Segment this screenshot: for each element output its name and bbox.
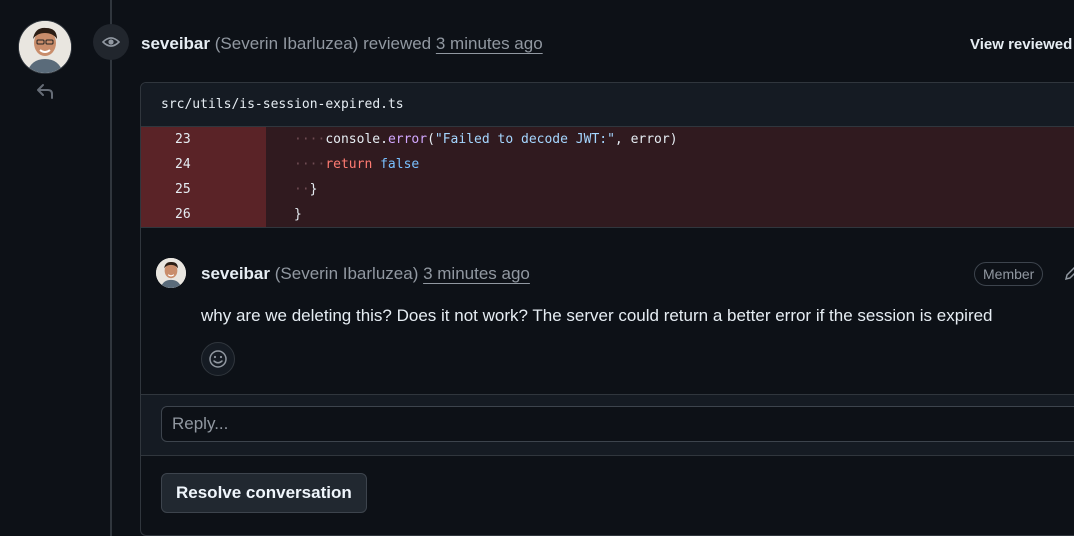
reply-area (141, 394, 1074, 456)
line-number[interactable]: 26 (141, 202, 266, 227)
review-comment: seveibar (Severin Ibarluzea) 3 minutes a… (141, 227, 1074, 398)
review-action: reviewed (363, 34, 432, 53)
view-reviewed-button[interactable]: View reviewed (970, 36, 1072, 53)
comment-body: why are we deleting this? Does it not wo… (201, 306, 993, 325)
code-content: ···· console. error("Failed to decode JWT:… (266, 127, 1074, 152)
code-line: 26 } (141, 202, 1074, 227)
comment-full-name: (Severin Ibarluzea) (274, 264, 419, 283)
code-content: } (266, 202, 1074, 227)
avatar[interactable] (19, 21, 71, 73)
comment-header: seveibar (Severin Ibarluzea) 3 minutes a… (201, 264, 530, 284)
reply-icon[interactable] (34, 80, 56, 102)
review-header: seveibar (Severin Ibarluzea) reviewed 3 … (141, 34, 543, 54)
reply-input[interactable] (161, 406, 1074, 442)
timeline-line (110, 0, 112, 536)
member-badge: Member (974, 262, 1044, 286)
smiley-icon[interactable] (201, 342, 235, 376)
review-author[interactable]: seveibar (141, 34, 210, 53)
code-block: 23 ···· console. error("Failed to decode J… (141, 127, 1074, 227)
comment-time[interactable]: 3 minutes ago (423, 264, 530, 283)
code-line: 25 ··} (141, 177, 1074, 202)
avatar[interactable] (156, 258, 186, 288)
file-path[interactable]: src/utils/is-session-expired.ts (141, 83, 1074, 127)
code-line: 24 ···· return false (141, 152, 1074, 177)
line-number[interactable]: 23 (141, 127, 266, 152)
line-number[interactable]: 25 (141, 177, 266, 202)
resolve-conversation-button[interactable]: Resolve conversation (161, 473, 367, 513)
pencil-icon[interactable] (1063, 264, 1074, 287)
comment-author[interactable]: seveibar (201, 264, 270, 283)
review-time[interactable]: 3 minutes ago (436, 34, 543, 53)
code-content: ··} (266, 177, 1074, 202)
code-line: 23 ···· console. error("Failed to decode J… (141, 127, 1074, 152)
review-thread: src/utils/is-session-expired.ts 23 ···· c… (140, 82, 1074, 536)
line-number[interactable]: 24 (141, 152, 266, 177)
code-content: ···· return false (266, 152, 1074, 177)
eye-icon (93, 24, 129, 60)
review-full-name: (Severin Ibarluzea) (214, 34, 359, 53)
